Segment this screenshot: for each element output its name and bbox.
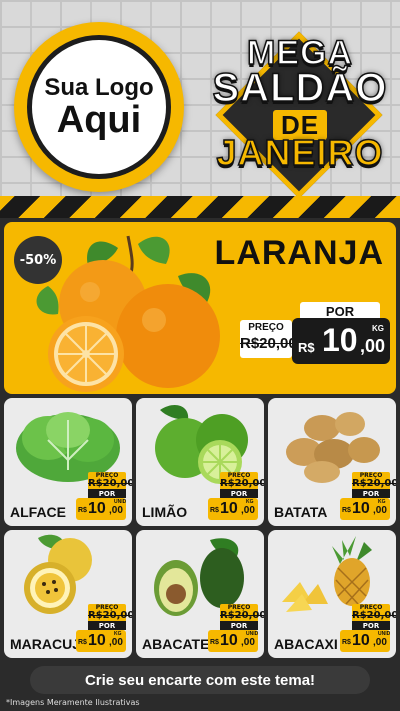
price-integer: 10	[220, 632, 238, 649]
hero-price: R$ 10 ,00 KG	[292, 318, 390, 364]
price-currency: R$	[342, 639, 351, 646]
por-tag: POR	[88, 489, 126, 498]
old-price-box: PREÇO R$20,00	[88, 604, 132, 622]
cta-button[interactable]: Crie seu encarte com este tema!	[30, 666, 370, 694]
price: R$ 10 ,00 KG	[340, 498, 390, 520]
price-currency: R$	[342, 507, 351, 514]
price-unit: UNID	[114, 499, 127, 505]
logo-text-line1: Sua Logo	[44, 74, 154, 102]
hazard-stripe	[0, 196, 400, 218]
hero-price-unit: KG	[372, 324, 384, 333]
price-unit: KG	[114, 631, 122, 637]
old-price-box: PREÇO R$20,00	[352, 472, 396, 490]
price-integer: 10	[352, 632, 370, 649]
price-integer: 10	[88, 632, 106, 649]
hero-price-currency: R$	[298, 340, 315, 355]
price-integer: 10	[352, 500, 370, 517]
logo-circle: Sua Logo Aqui	[27, 35, 171, 179]
old-price: R$20,00	[88, 610, 132, 621]
hero-price-decimal: ,00	[360, 336, 386, 356]
product-card-abacaxi[interactable]: ABACAXI PREÇO R$20,00 POR R$ 10 ,00 UNID	[268, 530, 396, 658]
price: R$ 10 ,00 KG	[76, 630, 126, 652]
product-card-limao[interactable]: LIMÃO PREÇO R$20,00 POR R$ 10 ,00 KG	[136, 398, 264, 526]
product-name: ALFACE	[10, 504, 66, 520]
product-card-maracuja[interactable]: MARACUJÁ PREÇO R$20,00 POR R$ 10 ,00 KG	[4, 530, 132, 658]
old-price: R$20,00	[88, 478, 132, 489]
price-decimal: ,00	[373, 637, 387, 648]
price-integer: 10	[88, 500, 106, 517]
old-price-box: PREÇO R$20,00	[220, 472, 264, 490]
hero-old-price: R$20,00	[240, 335, 297, 352]
old-price-box: PREÇO R$20,00	[352, 604, 396, 622]
discount-badge: -50%	[14, 236, 62, 284]
por-tag: POR	[88, 621, 126, 630]
price-currency: R$	[210, 507, 219, 514]
old-price: R$20,00	[220, 610, 264, 621]
por-tag: POR	[352, 621, 390, 630]
price: R$ 10 ,00 UNID	[208, 630, 258, 652]
sale-title-janeiro: JANEIRO	[216, 131, 384, 174]
product-card-abacate[interactable]: ABACATE PREÇO R$20,00 POR R$ 10 ,00 UNID	[136, 530, 264, 658]
sale-title-saldao: SALDÃO	[212, 65, 388, 111]
price-decimal: ,00	[241, 505, 255, 516]
price: R$ 10 ,00 UNID	[76, 498, 126, 520]
price: R$ 10 ,00 UNID	[340, 630, 390, 652]
logo-placeholder[interactable]: Sua Logo Aqui	[14, 22, 184, 192]
product-name: ABACATE	[142, 636, 210, 652]
old-price: R$20,00	[352, 610, 396, 621]
product-card-batata[interactable]: BATATA PREÇO R$20,00 POR R$ 10 ,00 KG	[268, 398, 396, 526]
header-brick-wall: Sua Logo Aqui MEGA SALDÃO DE JANEIRO	[0, 0, 400, 200]
price-unit: UNID	[378, 631, 391, 637]
old-price-box: PREÇO R$20,00	[220, 604, 264, 622]
old-price-box: PREÇO R$20,00	[88, 472, 132, 490]
price-decimal: ,00	[109, 637, 123, 648]
price-decimal: ,00	[241, 637, 255, 648]
disclaimer-text: *Imagens Meramente Ilustrativas	[6, 698, 140, 707]
sale-badge: MEGA SALDÃO DE JANEIRO	[210, 16, 390, 199]
hero-preco-label: PREÇO	[248, 322, 284, 333]
price-unit: UNID	[246, 631, 259, 637]
price: R$ 10 ,00 KG	[208, 498, 258, 520]
price-currency: R$	[210, 639, 219, 646]
price-currency: R$	[78, 639, 87, 646]
old-price: R$20,00	[220, 478, 264, 489]
hero-old-price-box: PREÇO R$20,00	[240, 320, 297, 358]
por-tag: POR	[220, 621, 258, 630]
price-decimal: ,00	[373, 505, 387, 516]
product-name: LIMÃO	[142, 504, 188, 520]
product-card-alface[interactable]: ALFACE PREÇO R$20,00 POR R$ 10 ,00 UNID	[4, 398, 132, 526]
price-decimal: ,00	[109, 505, 123, 516]
logo-text-line2: Aqui	[56, 98, 142, 141]
por-tag: POR	[220, 489, 258, 498]
price-currency: R$	[78, 507, 87, 514]
price-unit: KG	[246, 499, 254, 505]
product-name: BATATA	[274, 504, 328, 520]
hero-price-integer: 10	[322, 322, 358, 358]
product-name: ABACAXI	[274, 636, 338, 652]
price-integer: 10	[220, 500, 238, 517]
old-price: R$20,00	[352, 478, 396, 489]
hero-product-name: LARANJA	[214, 234, 384, 272]
por-tag: POR	[352, 489, 390, 498]
price-unit: KG	[378, 499, 386, 505]
